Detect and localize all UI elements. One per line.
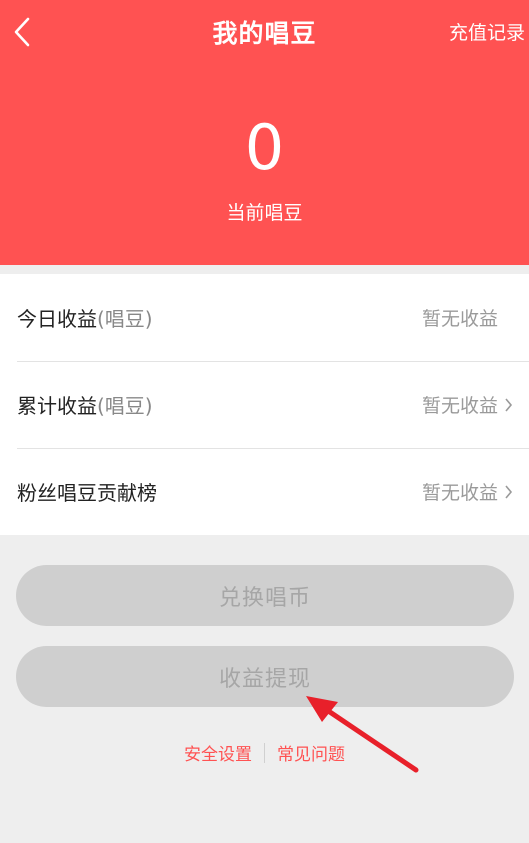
list-item-fan-contribution-ranking[interactable]: 粉丝唱豆贡献榜 暂无收益: [0, 448, 529, 535]
row-value-text: 暂无收益: [421, 395, 498, 417]
faq-link[interactable]: 常见问题: [277, 740, 345, 765]
divider: [264, 742, 265, 763]
row-value-text: 暂无收益: [421, 308, 498, 330]
row-label: 累计收益: [17, 394, 97, 418]
balance-label: 当前唱豆: [226, 202, 303, 224]
exchange-coins-button[interactable]: 兑换唱币: [16, 565, 514, 626]
row-value-text: 暂无收益: [421, 482, 498, 504]
withdraw-earnings-button[interactable]: 收益提现: [16, 646, 514, 707]
row-value: 暂无收益: [422, 391, 513, 418]
row-label: 粉丝唱豆贡献榜: [17, 481, 157, 505]
security-settings-link[interactable]: 安全设置: [184, 740, 252, 765]
list-item-total-earnings[interactable]: 累计收益 (唱豆) 暂无收益: [0, 361, 529, 448]
header: 我的唱豆 充值记录 0 当前唱豆: [0, 0, 529, 265]
list-item-today-earnings: 今日收益 (唱豆) 暂无收益: [0, 274, 529, 361]
footer-links: 安全设置 常见问题: [0, 740, 529, 765]
row-unit: (唱豆): [97, 307, 153, 331]
chevron-right-icon: [505, 484, 513, 499]
row-value: 暂无收益: [422, 478, 513, 505]
recharge-record-link[interactable]: 充值记录: [449, 18, 525, 45]
chevron-right-icon: [505, 397, 513, 412]
earnings-list: 今日收益 (唱豆) 暂无收益 累计收益 (唱豆) 暂无收益 粉丝唱豆贡献榜 暂无…: [0, 274, 529, 535]
row-value: 暂无收益: [422, 304, 513, 331]
row-label: 今日收益: [17, 307, 97, 331]
annotation-arrow-icon: [306, 696, 419, 773]
row-unit: (唱豆): [97, 394, 153, 418]
balance-value: 0: [244, 111, 285, 184]
